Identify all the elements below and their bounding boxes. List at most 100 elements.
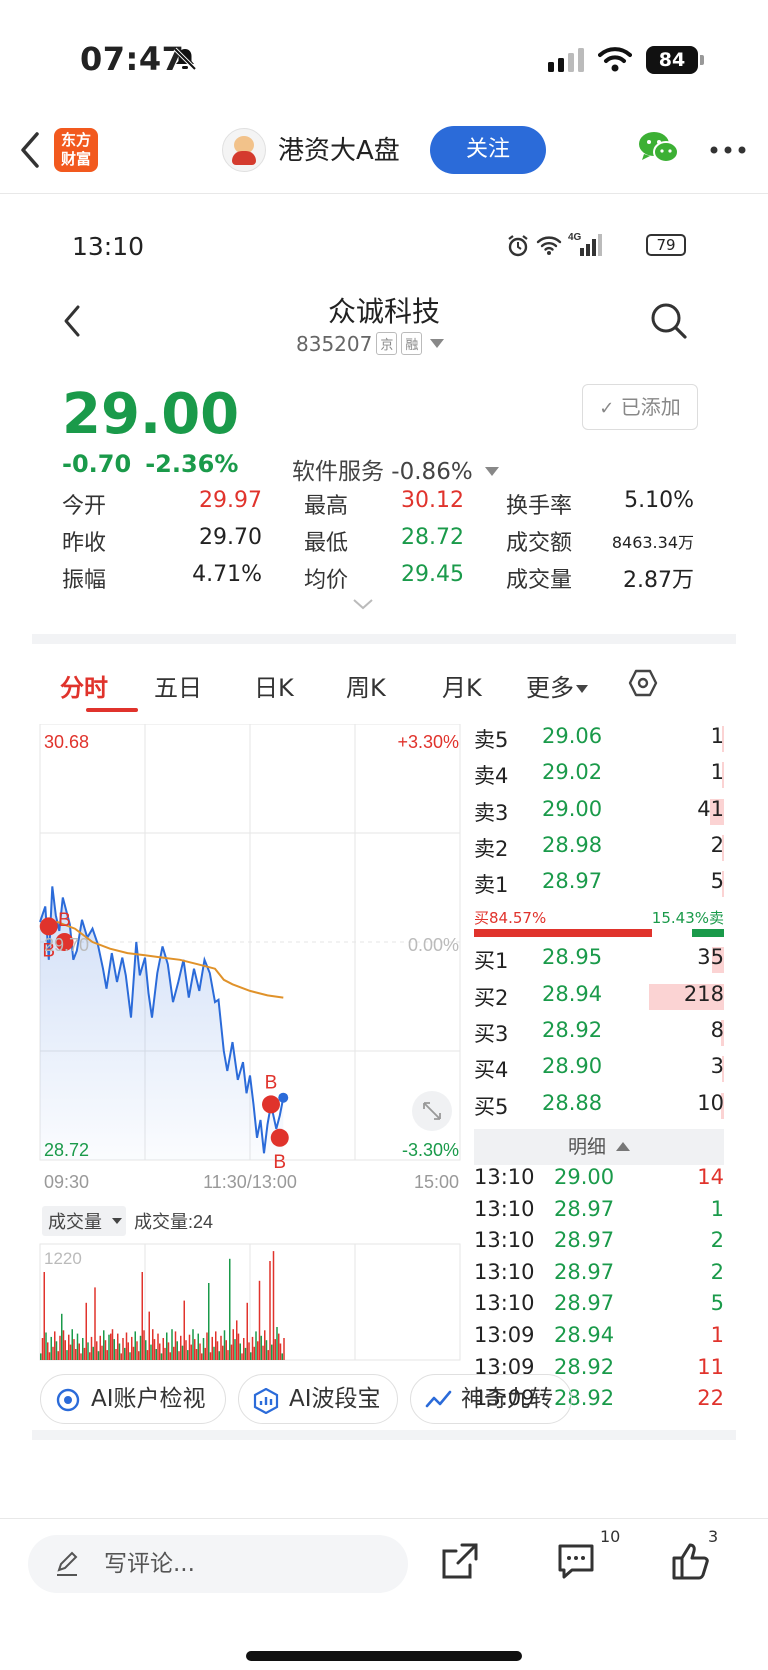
volume-bar	[176, 1341, 178, 1360]
comment-icon[interactable]	[556, 1541, 596, 1581]
tab-label: 周K	[346, 674, 386, 702]
volume-bar	[213, 1346, 215, 1360]
tab-2[interactable]: 日K	[254, 668, 294, 703]
volume-selector-label: 成交量	[48, 1212, 102, 1232]
ai-account-review-button[interactable]: AI账户检视	[40, 1374, 226, 1424]
volume-bar	[110, 1333, 112, 1360]
expand-chevron-icon[interactable]	[352, 598, 374, 610]
trade-volume: 5	[710, 1291, 724, 1316]
avatar[interactable]	[222, 128, 266, 172]
volume-bar	[141, 1272, 143, 1360]
level-label: 卖5	[474, 728, 509, 752]
search-icon[interactable]	[650, 302, 688, 340]
follow-button[interactable]: 关注	[430, 126, 546, 174]
volume-bar	[62, 1330, 65, 1360]
volume-bar	[148, 1311, 150, 1360]
bid-level[interactable]: 买2 28.94 218	[474, 982, 724, 1018]
settings-hex-icon[interactable]	[628, 668, 658, 698]
volume-bar	[61, 1313, 63, 1360]
tab-3[interactable]: 周K	[346, 668, 386, 703]
volume-bar	[127, 1342, 129, 1360]
buy-marker-label: B	[273, 1152, 286, 1173]
chart-period-tabs: 分时 五日 日K 周K 月K 更多	[32, 644, 736, 716]
stock-code-row[interactable]: 835207 京融	[296, 332, 445, 356]
level-label: 卖2	[474, 836, 509, 861]
watchlist-added-button[interactable]: ✓ 已添加	[582, 384, 698, 430]
y-axis-mid: 29.70	[44, 935, 89, 955]
volume-bar	[83, 1347, 86, 1360]
volume-bar	[180, 1335, 182, 1360]
volume-bar	[190, 1344, 192, 1360]
back-arrow-icon[interactable]	[18, 130, 42, 170]
stat-label: 今开	[62, 494, 107, 519]
like-icon[interactable]	[670, 1541, 710, 1581]
ask-level[interactable]: 卖4 29.02 1	[474, 760, 724, 796]
quote-stats: 今开 29.97 最高 30.12 换手率 5.10% 昨收 29.70 最低 28.72 成交额 8…	[62, 488, 702, 599]
ask-level[interactable]: 卖5 29.06 1	[474, 724, 724, 760]
bid-level[interactable]: 买1 28.95 35	[474, 945, 724, 981]
volume-bar	[160, 1353, 163, 1360]
volume-bar	[87, 1342, 89, 1360]
like-count: 3	[708, 1527, 719, 1546]
trade-detail-toggle[interactable]: 明细	[474, 1128, 724, 1165]
wechat-icon[interactable]	[638, 130, 680, 166]
intraday-chart[interactable]: BBBB 30.68 29.70 28.72 +3.30% 0.00% -3.3…	[32, 724, 472, 1364]
buy-marker	[262, 1095, 280, 1114]
ask-ratio-label: 15.43%卖	[651, 909, 724, 928]
ai-swing-button[interactable]: AI波段宝	[238, 1374, 398, 1424]
stats-row: 昨收 29.70 最低 28.72 成交额 8463.34万	[62, 525, 702, 562]
volume-bar	[230, 1344, 233, 1360]
more-icon[interactable]	[710, 146, 746, 154]
ask-level[interactable]: 卖3 29.00 41	[474, 797, 724, 833]
volume-bar	[90, 1336, 93, 1360]
bid-level[interactable]: 买5 28.88 10	[474, 1091, 724, 1127]
level-price: 28.98	[542, 832, 603, 857]
tab-1[interactable]: 五日	[154, 668, 202, 703]
stat-label: 振幅	[62, 568, 107, 593]
trade-row: 13:10 28.97 2	[474, 1260, 724, 1292]
volume-bar	[265, 1340, 268, 1360]
volume-bar	[209, 1352, 212, 1360]
trade-row: 13:10 28.97 1	[474, 1197, 724, 1229]
sector-change[interactable]: 软件服务 -0.86%	[292, 452, 499, 486]
fullscreen-button[interactable]	[412, 1091, 452, 1131]
ask-level[interactable]: 卖1 28.97 5	[474, 869, 724, 905]
tab-4[interactable]: 月K	[442, 668, 482, 703]
bid-level[interactable]: 买3 28.92 8	[474, 1018, 724, 1054]
volume-bar	[237, 1333, 240, 1360]
volume-bar	[276, 1327, 278, 1360]
ask-level[interactable]: 卖2 28.98 2	[474, 833, 724, 869]
magic-nine-label: 神奇九转	[461, 1386, 553, 1412]
volume-bar	[97, 1351, 100, 1360]
comment-input[interactable]: 写评论...	[28, 1535, 408, 1593]
stat-value: 29.97	[199, 488, 262, 513]
volume-bar	[45, 1332, 47, 1360]
margin-tag: 融	[401, 332, 423, 355]
volume-bar	[48, 1352, 51, 1360]
trade-price: 29.00	[554, 1164, 615, 1189]
volume-bar	[244, 1347, 247, 1360]
magic-nine-button[interactable]: 神奇九转	[410, 1374, 572, 1424]
tab-0[interactable]: 分时	[60, 668, 108, 703]
volume-bar	[195, 1349, 198, 1360]
trade-row: 13:10 28.97 5	[474, 1291, 724, 1323]
y-axis-high: 30.68	[44, 732, 89, 752]
trade-time: 13:10	[474, 1291, 535, 1316]
os-status-bar: 07:47 84	[0, 0, 768, 110]
bell-muted-icon	[173, 47, 197, 71]
trade-volume: 1	[710, 1322, 724, 1347]
app-logo[interactable]: 东方财富	[54, 128, 98, 172]
share-icon[interactable]	[440, 1541, 480, 1581]
volume-bar	[239, 1343, 241, 1360]
tab-label: 分时	[60, 674, 108, 702]
volume-bar	[281, 1353, 283, 1360]
volume-bar	[220, 1335, 222, 1360]
volume-selector[interactable]: 成交量	[42, 1206, 126, 1236]
inner-time: 13:10	[72, 232, 145, 261]
trade-time: 13:09	[474, 1322, 535, 1347]
volume-readout: 成交量:24	[134, 1212, 213, 1232]
bid-level[interactable]: 买4 28.90 3	[474, 1054, 724, 1090]
tab-5[interactable]: 更多	[526, 668, 588, 703]
volume-bar	[132, 1346, 135, 1360]
check-icon: ✓	[599, 398, 615, 419]
